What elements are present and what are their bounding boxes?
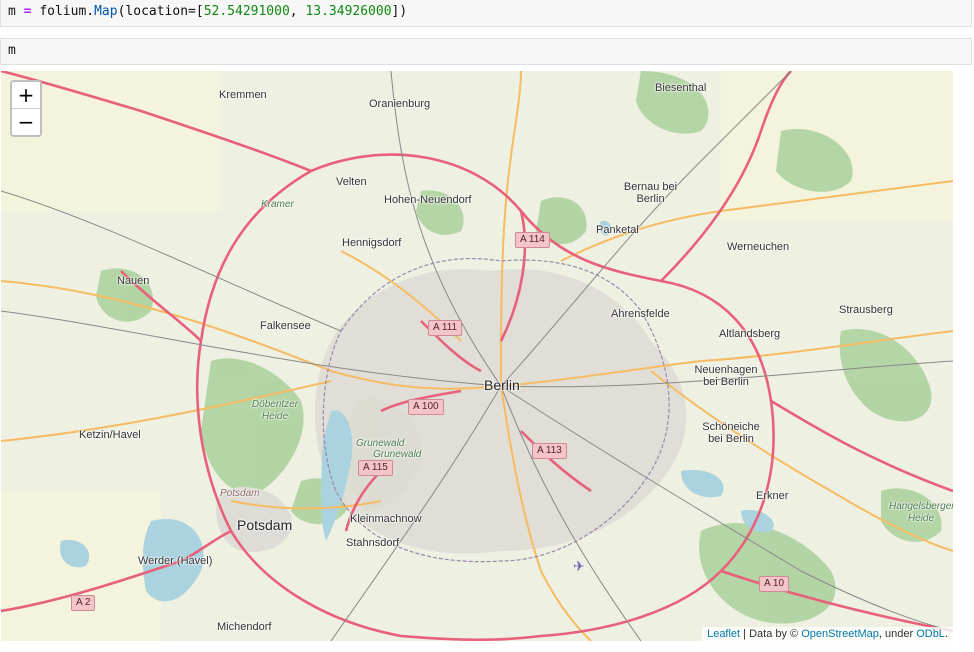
label-schoneiche: Schöneiche bei Berlin bbox=[702, 421, 760, 445]
label-altlandsberg: Altlandsberg bbox=[719, 328, 781, 340]
label-werneuchen: Werneuchen bbox=[727, 241, 790, 253]
code-line: m = folium.Map(location=[52.54291000, 13… bbox=[8, 4, 407, 19]
zoom-out-button[interactable]: − bbox=[12, 109, 40, 135]
label-hennigsdorf: Hennigsdorf bbox=[342, 237, 402, 249]
label-velten: Velten bbox=[336, 176, 367, 188]
label-ketzin: Ketzin/Havel bbox=[79, 429, 141, 441]
highway-a111: A 111 bbox=[428, 320, 463, 336]
leaflet-link[interactable]: Leaflet bbox=[707, 628, 740, 640]
attribution-end: . bbox=[944, 628, 948, 640]
label-berlin: Berlin bbox=[484, 377, 520, 393]
highway-a10: A 10 bbox=[759, 576, 790, 592]
zoom-control: + − bbox=[10, 80, 42, 137]
code-longitude: 13.34926000 bbox=[305, 4, 392, 19]
label-erkner: Erkner bbox=[756, 490, 789, 502]
label-kleinmachnow: Kleinmachnow bbox=[350, 513, 422, 525]
label-doberitzer-heide: Döberitzer Heide bbox=[251, 399, 299, 422]
label-michendorf: Michendorf bbox=[217, 621, 272, 633]
highway-a2: A 2 bbox=[71, 595, 96, 611]
highway-a100: A 100 bbox=[408, 399, 444, 415]
attribution-under: , under bbox=[878, 628, 917, 640]
output-cell[interactable]: m bbox=[0, 38, 972, 65]
code-function: Map bbox=[94, 4, 118, 19]
output-text: m bbox=[8, 43, 16, 58]
label-strausberg: Strausberg bbox=[839, 304, 893, 316]
label-werder: Werder (Havel) bbox=[138, 555, 213, 567]
code-args-close: ]) bbox=[391, 4, 408, 19]
label-nauen: Nauen bbox=[117, 275, 150, 287]
attribution-text: | Data by © bbox=[740, 628, 802, 640]
label-stahnsdorf: Stahnsdorf bbox=[346, 537, 400, 549]
code-separator: , bbox=[289, 4, 306, 19]
highway-a113: A 113 bbox=[532, 443, 567, 459]
leaflet-map[interactable]: Kremmen Oranienburg Biesenthal Velten Ho… bbox=[1, 71, 953, 641]
odbl-link[interactable]: ODbL bbox=[916, 628, 945, 640]
highway-a114: A 114 bbox=[515, 232, 550, 248]
label-potsdam: Potsdam bbox=[237, 517, 293, 533]
label-bernau: Bernau bei Berlin bbox=[623, 181, 678, 205]
label-oranienburg: Oranienburg bbox=[369, 98, 431, 110]
label-panketal: Panketal bbox=[596, 224, 639, 236]
code-args-open: (location=[ bbox=[117, 4, 204, 19]
code-latitude: 52.54291000 bbox=[203, 4, 290, 19]
code-cell[interactable]: m = folium.Map(location=[52.54291000, 13… bbox=[0, 0, 972, 27]
label-kremmen: Kremmen bbox=[219, 89, 267, 101]
label-biesenthal: Biesenthal bbox=[655, 82, 707, 94]
label-hangelsberger-heide: Hangelsberger Heide bbox=[889, 501, 953, 524]
code-operator: = bbox=[15, 4, 40, 19]
highway-a115: A 115 bbox=[358, 460, 393, 476]
code-var: m bbox=[8, 4, 16, 19]
label-ahrensfelde: Ahrensfelde bbox=[611, 308, 670, 320]
label-hohen-neuendorf: Hohen-Neuendorf bbox=[384, 194, 472, 206]
label-kramer: Kramer bbox=[261, 199, 294, 210]
label-neuenhagen: Neuenhagen bei Berlin bbox=[694, 364, 758, 388]
zoom-in-button[interactable]: + bbox=[12, 82, 40, 109]
openstreetmap-link[interactable]: OpenStreetMap bbox=[801, 628, 879, 640]
code-module: folium. bbox=[39, 4, 95, 19]
airport-icon: ✈ bbox=[573, 559, 585, 575]
label-potsdam-small: Potsdam bbox=[220, 488, 260, 499]
label-falkensee: Falkensee bbox=[260, 320, 311, 332]
map-attribution: Leaflet | Data by © OpenStreetMap, under… bbox=[702, 627, 953, 641]
